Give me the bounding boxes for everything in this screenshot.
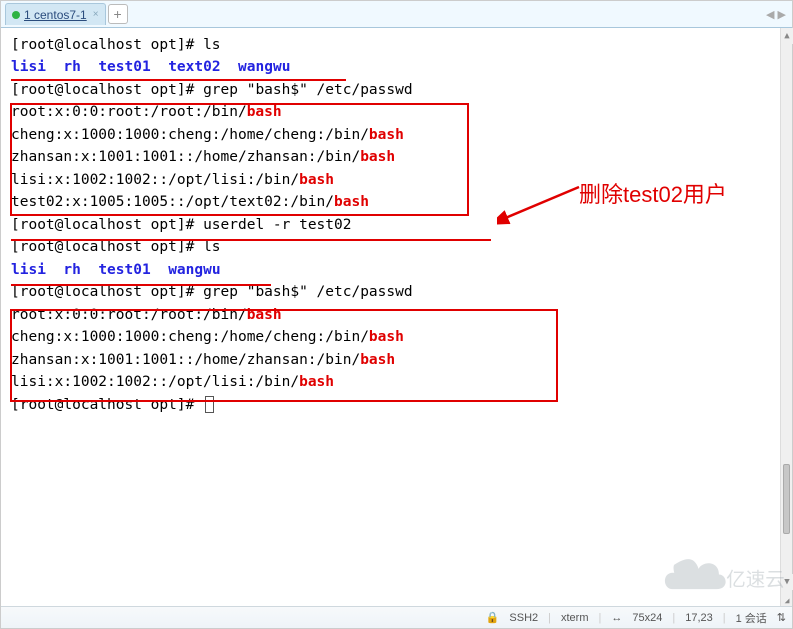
annotation-label: 删除test02用户 [579, 177, 727, 209]
ls1-item: lisi [11, 59, 46, 75]
grep1-line: root:x:0:0:root:/root:/bin/ [11, 104, 247, 120]
cmd-grep-1: grep "bash$" /etc/passwd [203, 82, 413, 98]
grep1-line: cheng:x:1000:1000:cheng:/home/cheng:/bin… [11, 127, 369, 143]
scroll-thumb[interactable] [783, 464, 790, 534]
prompt: [root@localhost opt]# [11, 82, 203, 98]
add-tab-button[interactable]: + [108, 4, 128, 24]
ls2-item: test01 [98, 262, 150, 278]
ls2-item: wangwu [168, 262, 220, 278]
cmd-ls-2: ls [203, 239, 220, 255]
scroll-down-icon[interactable]: ▼ [781, 574, 793, 590]
ls1-item: test01 [98, 59, 150, 75]
status-size: 75x24 [632, 612, 662, 624]
status-sessions: 1 会话 [736, 610, 767, 626]
status-cursor-pos: 17,23 [685, 612, 713, 624]
ls1-item: wangwu [238, 59, 290, 75]
grep2-line: zhansan:x:1001:1001::/home/zhansan:/bin/ [11, 352, 360, 368]
grep1-line: zhansan:x:1001:1001::/home/zhansan:/bin/ [11, 149, 360, 165]
grep2-line: cheng:x:1000:1000:cheng:/home/cheng:/bin… [11, 329, 369, 345]
scroll-up-icon[interactable]: ▲ [781, 28, 793, 44]
tab-label: 1 centos7-1 [24, 8, 87, 22]
ls2-item: lisi [11, 262, 46, 278]
grep1-line: test02:x:1005:1005::/opt/text02:/bin/ [11, 194, 334, 210]
vertical-scrollbar[interactable]: ▲ ▼ ◢ [780, 28, 792, 606]
status-bar: 🔒 SSH2 | xterm | ↔ 75x24 | 17,23 | 1 会话 … [1, 606, 792, 628]
cmd-ls-1: ls [203, 37, 220, 53]
prompt: [root@localhost opt]# [11, 217, 203, 233]
prompt: [root@localhost opt]# [11, 397, 203, 413]
cursor-icon [205, 396, 214, 413]
status-term: xterm [561, 612, 589, 624]
tab-scroll-arrows[interactable]: ◀ ▶ [766, 8, 786, 21]
size-icon: ↔ [611, 612, 622, 624]
grep1-line: lisi:x:1002:1002::/opt/lisi:/bin/ [11, 172, 299, 188]
cmd-userdel: userdel -r test02 [203, 217, 351, 233]
arrows-icon: ⇅ [777, 611, 786, 624]
cmd-grep-2: grep "bash$" /etc/passwd [203, 284, 413, 300]
close-icon[interactable]: × [93, 9, 99, 20]
ls1-item: text02 [168, 59, 220, 75]
prompt: [root@localhost opt]# [11, 284, 203, 300]
tab-status-icon [12, 11, 20, 19]
tab-centos7-1[interactable]: 1 centos7-1 × [5, 3, 106, 25]
terminal[interactable]: [root@localhost opt]# ls lisi rh test01 … [1, 28, 780, 606]
scroll-track[interactable] [781, 44, 792, 574]
ls1-item: rh [63, 59, 80, 75]
prompt: [root@localhost opt]# [11, 239, 203, 255]
status-protocol: SSH2 [509, 612, 538, 624]
tab-bar: 1 centos7-1 × + ◀ ▶ [1, 1, 792, 28]
grep2-line: lisi:x:1002:1002::/opt/lisi:/bin/ [11, 374, 299, 390]
ls2-item: rh [63, 262, 80, 278]
grep2-line: root:x:0:0:root:/root:/bin/ [11, 307, 247, 323]
lock-icon: 🔒 [486, 611, 500, 624]
scroll-corner-icon: ◢ [781, 595, 793, 606]
prompt: [root@localhost opt]# [11, 37, 203, 53]
